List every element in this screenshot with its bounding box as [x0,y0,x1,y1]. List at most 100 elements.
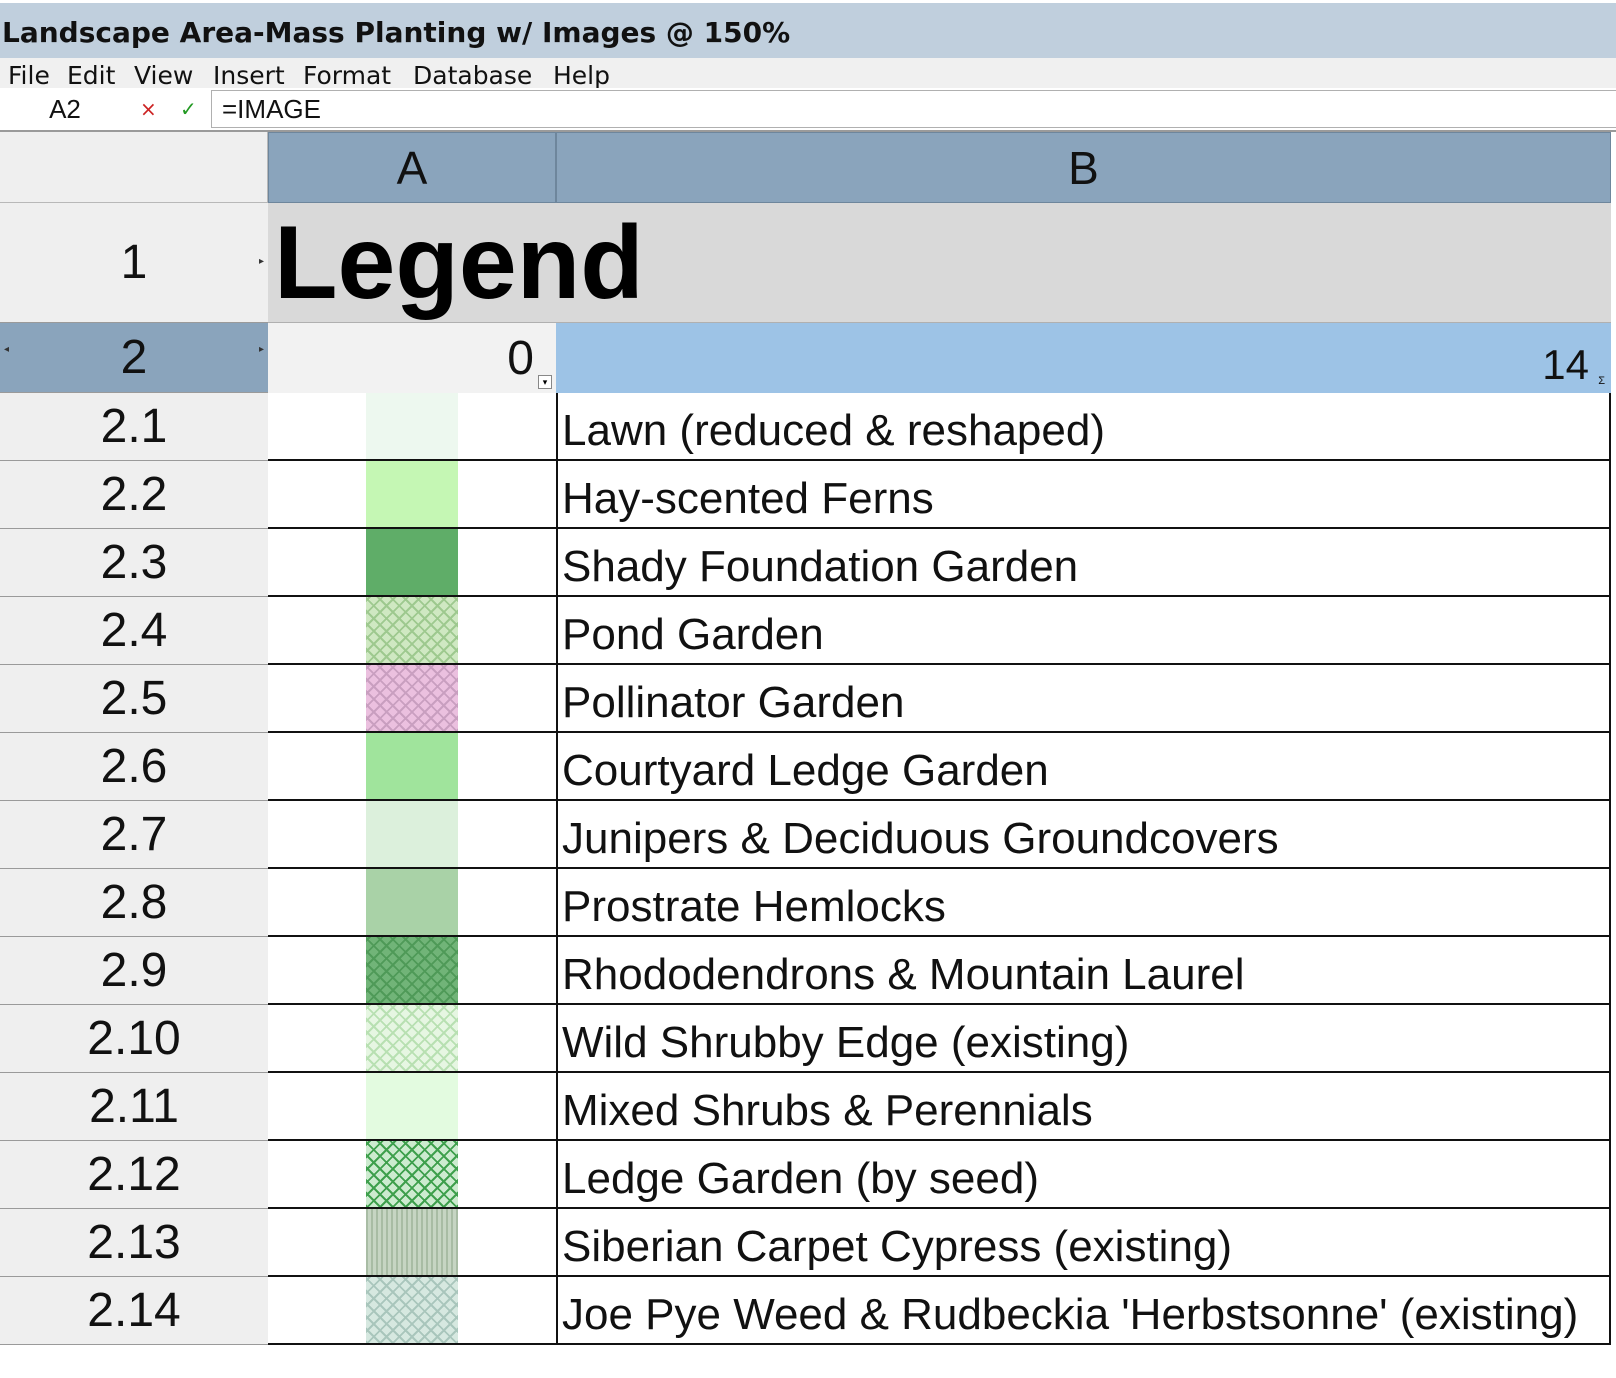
image-cell[interactable] [268,1073,556,1141]
planting-swatch [366,665,458,731]
planting-swatch [366,1209,458,1275]
row-header[interactable]: 2.12 [0,1141,268,1209]
legend-label: Lawn (reduced & reshaped) [562,406,1105,455]
legend-label: Pollinator Garden [562,678,905,727]
row-header[interactable]: 2.3 [0,529,268,597]
row-header[interactable]: 2.2 [0,461,268,529]
menu-bar: File Edit View Insert Format Database He… [0,58,1616,88]
planting-swatch [366,393,458,459]
planting-swatch [366,1073,458,1139]
image-cell[interactable] [268,1277,556,1345]
image-cell[interactable] [268,869,556,937]
spreadsheet-grid: A B 1 ▸ Legend 2 ◂ ▸ 0 ▾ 14 Σ 2.1 Lawn (r… [0,132,1616,1378]
menu-edit[interactable]: Edit [67,61,115,88]
window-titlebar: Landscape Area-Mass Planting w/ Images @… [0,0,1616,58]
planting-swatch [366,461,458,527]
cell-b2[interactable]: 14 Σ [556,323,1611,393]
legend-label-cell[interactable]: Lawn (reduced & reshaped) [556,393,1611,461]
image-cell[interactable] [268,1005,556,1073]
cancel-icon[interactable]: × [140,97,157,121]
planting-swatch [366,597,458,663]
image-cell[interactable] [268,461,556,529]
sum-icon: Σ [1598,375,1605,387]
legend-label: Rhododendrons & Mountain Laurel [562,950,1245,999]
image-cell[interactable] [268,393,556,461]
legend-label-cell[interactable]: Siberian Carpet Cypress (existing) [556,1209,1611,1277]
row-header[interactable]: 2.7 [0,801,268,869]
formula-input[interactable]: =IMAGE [211,90,1616,128]
cell-b2-value: 14 [1542,341,1589,388]
row-header[interactable]: 2.8 [0,869,268,937]
legend-label: Shady Foundation Garden [562,542,1079,591]
image-cell[interactable] [268,1209,556,1277]
legend-label: Hay-scented Ferns [562,474,934,523]
cell-a1-legend[interactable]: Legend [268,203,1611,323]
row-marker-right-icon: ▸ [259,344,265,355]
menu-insert[interactable]: Insert [213,61,285,88]
legend-label-cell[interactable]: Courtyard Ledge Garden [556,733,1611,801]
cell-a2[interactable]: 0 ▾ [268,323,556,393]
legend-label-cell[interactable]: Pollinator Garden [556,665,1611,733]
legend-label-cell[interactable]: Hay-scented Ferns [556,461,1611,529]
row-header[interactable]: 2.4 [0,597,268,665]
legend-label: Mixed Shrubs & Perennials [562,1086,1093,1135]
planting-swatch [366,869,458,935]
menu-file[interactable]: File [8,61,50,88]
column-header-a[interactable]: A [268,132,556,203]
planting-swatch [366,801,458,867]
image-cell[interactable] [268,801,556,869]
legend-label-cell[interactable]: Ledge Garden (by seed) [556,1141,1611,1209]
cell-a2-value: 0 [507,332,534,385]
dropdown-arrow-icon[interactable]: ▾ [538,375,552,389]
image-cell[interactable] [268,937,556,1005]
legend-label: Courtyard Ledge Garden [562,746,1049,795]
column-header-b[interactable]: B [556,132,1611,203]
menu-format[interactable]: Format [303,61,391,88]
legend-label-cell[interactable]: Prostrate Hemlocks [556,869,1611,937]
legend-label-cell[interactable]: Wild Shrubby Edge (existing) [556,1005,1611,1073]
window-title: Landscape Area-Mass Planting w/ Images @… [2,16,791,49]
legend-label-cell[interactable]: Shady Foundation Garden [556,529,1611,597]
legend-label: Prostrate Hemlocks [562,882,946,931]
formula-bar: A2 × ✓ =IMAGE [0,88,1616,132]
planting-swatch [366,1277,458,1343]
legend-label: Wild Shrubby Edge (existing) [562,1018,1130,1067]
select-all-corner[interactable] [0,132,268,203]
legend-label: Joe Pye Weed & Rudbeckia 'Herbstsonne' (… [562,1290,1579,1339]
legend-label-cell[interactable]: Mixed Shrubs & Perennials [556,1073,1611,1141]
row-header-2[interactable]: 2 [0,323,268,393]
legend-label: Siberian Carpet Cypress (existing) [562,1222,1233,1271]
legend-label-cell[interactable]: Pond Garden [556,597,1611,665]
legend-label-cell[interactable]: Joe Pye Weed & Rudbeckia 'Herbstsonne' (… [556,1277,1611,1345]
row-marker-left-icon: ◂ [4,344,10,355]
row-header[interactable]: 2.6 [0,733,268,801]
row-header[interactable]: 2.14 [0,1277,268,1345]
planting-swatch [366,529,458,595]
legend-label: Ledge Garden (by seed) [562,1154,1039,1203]
row-header[interactable]: 2.5 [0,665,268,733]
planting-swatch [366,1141,458,1207]
row-header[interactable]: 2.10 [0,1005,268,1073]
image-cell[interactable] [268,733,556,801]
row-header[interactable]: 2.9 [0,937,268,1005]
planting-swatch [366,1005,458,1071]
image-cell[interactable] [268,1141,556,1209]
image-cell[interactable] [268,665,556,733]
accept-icon[interactable]: ✓ [180,97,197,121]
row-header[interactable]: 2.1 [0,393,268,461]
menu-help[interactable]: Help [553,61,610,88]
legend-label-cell[interactable]: Rhododendrons & Mountain Laurel [556,937,1611,1005]
row-marker-icon: ▸ [259,256,265,267]
legend-label: Junipers & Deciduous Groundcovers [562,814,1279,863]
image-cell[interactable] [268,529,556,597]
image-cell[interactable] [268,597,556,665]
menu-database[interactable]: Database [413,61,532,88]
row-header[interactable]: 2.11 [0,1073,268,1141]
menu-view[interactable]: View [134,61,193,88]
cell-reference-box[interactable]: A2 [0,88,130,130]
row-header[interactable]: 2.13 [0,1209,268,1277]
row-header-1[interactable]: 1 [0,203,268,323]
legend-label-cell[interactable]: Junipers & Deciduous Groundcovers [556,801,1611,869]
planting-swatch [366,937,458,1003]
planting-swatch [366,733,458,799]
